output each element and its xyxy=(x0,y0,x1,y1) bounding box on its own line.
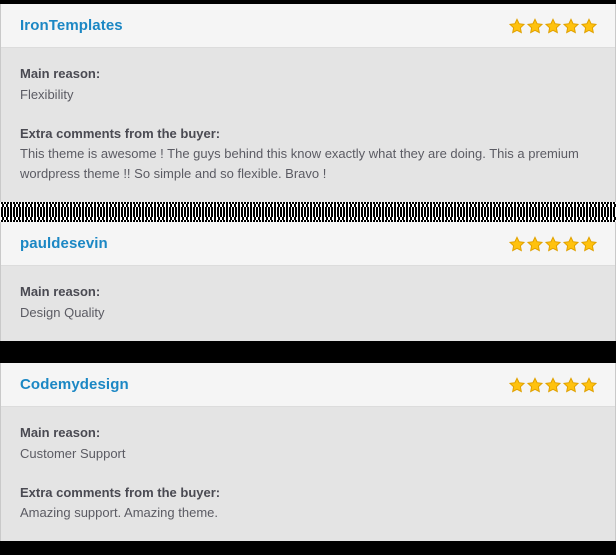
review-card-body: Main reason: Design Quality xyxy=(1,266,615,341)
card-divider-solid xyxy=(0,341,616,364)
card-divider-dithered xyxy=(0,202,616,223)
star-icon xyxy=(544,236,562,252)
reviews-page: IronTemplates Main reason: Flexibility E… xyxy=(0,0,616,555)
main-reason-block: Main reason: Customer Support xyxy=(20,423,596,464)
main-reason-value: Design Quality xyxy=(20,304,105,320)
extra-comments-block: Extra comments from the buyer: This them… xyxy=(20,124,596,185)
review-card-body: Main reason: Flexibility Extra comments … xyxy=(1,48,615,202)
extra-comments-label: Extra comments from the buyer: xyxy=(20,125,221,141)
bottom-divider-bar xyxy=(0,541,616,555)
reviewer-name-link[interactable]: Codemydesign xyxy=(20,377,129,392)
review-card: IronTemplates Main reason: Flexibility E… xyxy=(0,4,616,203)
review-card-header: pauldesevin xyxy=(1,222,615,267)
star-rating xyxy=(508,236,598,252)
review-card: pauldesevin Main reason: Design Quality xyxy=(0,222,616,342)
extra-comments-label: Extra comments from the buyer: xyxy=(20,484,221,500)
review-card-body: Main reason: Customer Support Extra comm… xyxy=(1,407,615,541)
star-rating xyxy=(508,17,598,34)
reviewer-name-link[interactable]: IronTemplates xyxy=(20,18,123,33)
star-icon xyxy=(580,236,598,252)
star-icon xyxy=(526,236,544,252)
star-icon xyxy=(508,376,526,393)
review-card: Codemydesign Main reason: Customer Suppo… xyxy=(0,363,616,542)
main-reason-label: Main reason: xyxy=(20,425,101,441)
main-reason-label: Main reason: xyxy=(20,284,101,300)
star-icon xyxy=(580,17,598,34)
main-reason-value: Customer Support xyxy=(20,445,126,461)
extra-comments-value: Amazing support. Amazing theme. xyxy=(20,505,218,521)
extra-comments-value: This theme is awesome ! The guys behind … xyxy=(20,146,579,182)
star-rating xyxy=(508,376,598,393)
reviewer-name-link[interactable]: pauldesevin xyxy=(20,236,108,251)
extra-comments-block: Extra comments from the buyer: Amazing s… xyxy=(20,483,596,524)
main-reason-block: Main reason: Design Quality xyxy=(20,282,596,323)
star-icon xyxy=(526,376,544,393)
review-card-header: IronTemplates xyxy=(1,4,615,48)
star-icon xyxy=(526,17,544,34)
star-icon xyxy=(508,17,526,34)
star-icon xyxy=(508,236,526,252)
star-icon xyxy=(562,376,580,393)
main-reason-block: Main reason: Flexibility xyxy=(20,64,596,105)
star-icon xyxy=(562,236,580,252)
main-reason-label: Main reason: xyxy=(20,66,101,81)
star-icon xyxy=(580,376,598,393)
star-icon xyxy=(544,376,562,393)
review-card-header: Codemydesign xyxy=(1,363,615,408)
star-icon xyxy=(544,17,562,34)
main-reason-value: Flexibility xyxy=(20,86,74,102)
star-icon xyxy=(562,17,580,34)
